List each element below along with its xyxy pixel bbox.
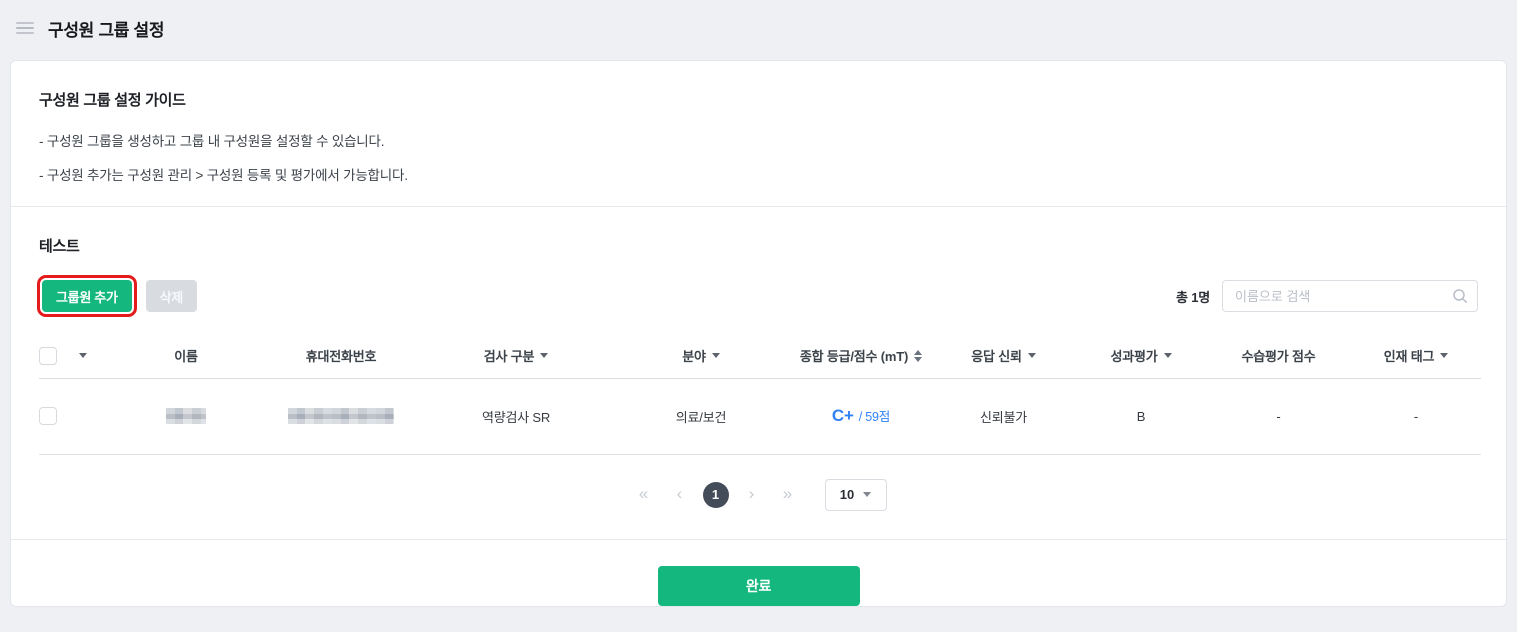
filter-caret-icon	[711, 353, 720, 359]
redacted-name	[166, 408, 206, 425]
column-header-name: 이름	[111, 334, 261, 379]
column-header-response-reliability[interactable]: 응답 신뢰	[931, 334, 1076, 379]
column-header-test-type[interactable]: 검사 구분	[421, 334, 611, 379]
top-header: 구성원 그룹 설정	[0, 0, 1517, 56]
filter-caret-icon	[1027, 353, 1036, 359]
complete-button[interactable]: 완료	[657, 565, 860, 606]
group-name: 테스트	[39, 238, 80, 255]
cell-performance: B	[1076, 378, 1206, 455]
filter-caret-icon	[540, 353, 549, 359]
members-table: 이름 휴대전화번호 검사 구분 분야 종합 등급/점수 (mT) 응답 신뢰 성…	[39, 334, 1481, 455]
search-box	[1222, 280, 1478, 312]
cell-response-reliability: 신뢰불가	[931, 378, 1076, 455]
page-title: 구성원 그룹 설정	[48, 20, 165, 40]
pagination: « ‹ 1 › » 10	[39, 478, 1478, 511]
guide-bullet-1: - 구성원 그룹을 생성하고 그룹 내 구성원을 설정할 수 있습니다.	[39, 134, 385, 149]
cell-probation-score: -	[1206, 378, 1351, 455]
card-footer: 완료	[11, 538, 1506, 632]
table-row[interactable]: 역량검사 SR 의료/보건 C+/ 59점 신뢰불가 B - -	[39, 378, 1481, 455]
pagination-current-page[interactable]: 1	[702, 481, 729, 508]
controls-row: 그룹원 추가 삭제 총 1명	[37, 275, 1478, 317]
page-size-select[interactable]: 10	[824, 478, 887, 511]
column-header-grade-score[interactable]: 종합 등급/점수 (mT)	[791, 334, 931, 379]
cell-grade-score[interactable]: C+/ 59점	[791, 378, 931, 455]
total-count-label: 총 1명	[1176, 289, 1210, 305]
pagination-prev-button[interactable]: ‹	[667, 482, 693, 508]
filter-caret-icon	[1163, 353, 1172, 359]
filter-caret-icon	[1440, 353, 1449, 359]
main-card: 구성원 그룹 설정 가이드 - 구성원 그룹을 생성하고 그룹 내 구성원을 설…	[10, 60, 1507, 607]
guide-section: 구성원 그룹 설정 가이드 - 구성원 그룹을 생성하고 그룹 내 구성원을 설…	[11, 61, 1506, 207]
sort-icon	[914, 349, 923, 362]
column-header-probation-score: 수습평가 점수	[1206, 334, 1351, 379]
row-checkbox[interactable]	[39, 407, 57, 425]
pagination-first-button[interactable]: «	[631, 482, 657, 508]
menu-hamburger-icon[interactable]	[16, 22, 34, 34]
add-group-member-button[interactable]: 그룹원 추가	[37, 275, 137, 317]
group-section: 테스트 그룹원 추가 삭제 총 1명 이름으로 검색 이름 휴대전화번호 검사 …	[11, 207, 1506, 539]
guide-title: 구성원 그룹 설정 가이드	[39, 92, 186, 109]
delete-button: 삭제	[145, 280, 197, 312]
cell-test-type: 역량검사 SR	[421, 378, 611, 455]
table-header-row: 이름 휴대전화번호 검사 구분 분야 종합 등급/점수 (mT) 응답 신뢰 성…	[39, 334, 1481, 379]
pagination-last-button[interactable]: »	[775, 482, 801, 508]
search-icon[interactable]	[1452, 288, 1468, 304]
column-header-talent-tag[interactable]: 인재 태그	[1351, 334, 1481, 379]
redacted-phone	[288, 408, 394, 425]
column-header-field[interactable]: 분야	[611, 334, 791, 379]
pagination-next-button[interactable]: ›	[739, 482, 765, 508]
chevron-down-icon	[863, 492, 872, 497]
cell-talent-tag: -	[1351, 378, 1481, 455]
column-header-performance[interactable]: 성과평가	[1076, 334, 1206, 379]
search-input[interactable]	[1222, 280, 1478, 312]
select-all-checkbox[interactable]	[39, 346, 57, 365]
select-all-dropdown-icon[interactable]	[79, 353, 87, 359]
column-header-phone: 휴대전화번호	[261, 334, 421, 379]
cell-field: 의료/보건	[611, 378, 791, 455]
guide-bullet-2: - 구성원 추가는 구성원 관리 > 구성원 등록 및 평가에서 가능합니다.	[39, 168, 408, 183]
